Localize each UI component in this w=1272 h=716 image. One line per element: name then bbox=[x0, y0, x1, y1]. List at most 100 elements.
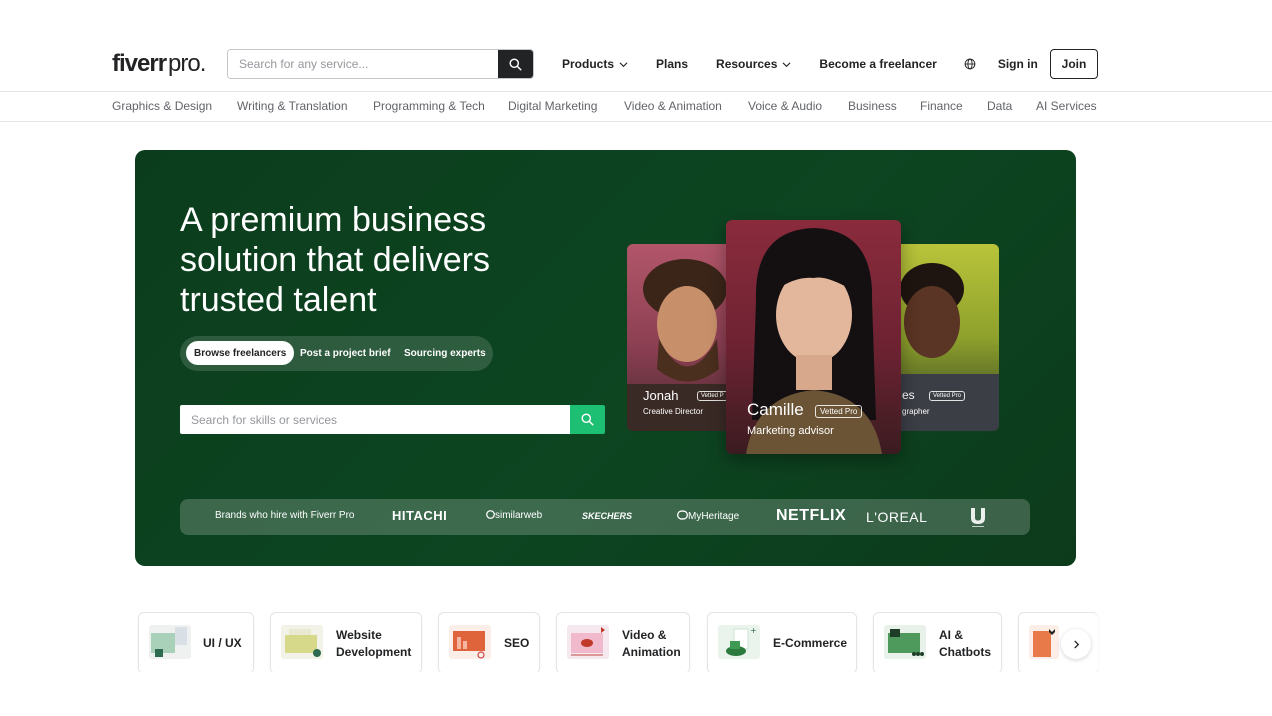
portrait-image bbox=[887, 263, 999, 431]
hero-search bbox=[180, 405, 605, 434]
brand-hitachi-logo: HITACHI bbox=[392, 508, 448, 523]
tile-label-line1: Video & bbox=[622, 628, 667, 642]
card-name: Camille bbox=[747, 400, 804, 419]
nav-sign-in[interactable]: Sign in bbox=[998, 57, 1038, 71]
hero-search-button[interactable] bbox=[570, 405, 605, 434]
website-development-thumbnail bbox=[281, 625, 323, 659]
tile-video-animation[interactable]: Video & Animation bbox=[556, 612, 690, 672]
header-search-button[interactable] bbox=[498, 50, 533, 78]
tiles-next-button[interactable] bbox=[1061, 629, 1091, 659]
globe-icon bbox=[964, 58, 976, 70]
tile-label: UI / UX bbox=[203, 636, 242, 650]
tile-label-line1: AI & bbox=[939, 628, 963, 642]
search-icon bbox=[509, 57, 522, 71]
category-programming-tech[interactable]: Programming & Tech bbox=[373, 99, 485, 113]
fiverr-pro-logo[interactable]: fiverrpro. bbox=[112, 50, 206, 78]
card-role: Marketing advisor bbox=[747, 425, 834, 437]
freelancer-card-photographer[interactable]: es Vetted Pro grapher bbox=[887, 244, 999, 431]
nav-resources[interactable]: Resources bbox=[716, 57, 791, 71]
video-animation-thumbnail bbox=[567, 625, 609, 659]
brands-label: Brands who hire with Fiverr Pro bbox=[215, 510, 355, 521]
nav-plans[interactable]: Plans bbox=[656, 57, 688, 71]
nav-sign-in-label: Sign in bbox=[997, 57, 1038, 71]
hero-banner: A premium business solution that deliver… bbox=[135, 150, 1076, 566]
logo-main: fiverr bbox=[112, 50, 167, 77]
tab-sourcing-experts[interactable]: Sourcing experts bbox=[404, 341, 486, 365]
language-button[interactable] bbox=[964, 58, 976, 70]
main-nav: Products Plans Resources Become a freela… bbox=[562, 49, 1038, 79]
card-role: Creative Director bbox=[643, 407, 704, 416]
nav-products[interactable]: Products bbox=[562, 57, 628, 71]
similarweb-icon bbox=[486, 510, 495, 519]
brands-strip: Brands who hire with Fiverr Pro HITACHI … bbox=[180, 499, 1030, 535]
nav-plans-label: Plans bbox=[656, 57, 689, 71]
vetted-badge: Vetted P bbox=[697, 391, 728, 401]
tile-label: Video & Animation bbox=[622, 627, 681, 661]
ui-ux-thumbnail bbox=[149, 625, 191, 659]
partial-tile-thumbnail bbox=[1029, 625, 1059, 659]
seo-thumbnail bbox=[449, 625, 491, 659]
category-finance[interactable]: Finance bbox=[920, 99, 963, 113]
vetted-badge: Vetted Pro bbox=[929, 391, 966, 401]
tile-seo[interactable]: SEO bbox=[438, 612, 540, 672]
card-role: grapher bbox=[902, 407, 930, 416]
nav-become-freelancer-label: Become a freelancer bbox=[819, 57, 937, 71]
tile-label-line2: Chatbots bbox=[939, 645, 991, 659]
freelancer-card-jonah[interactable]: Jonah Vetted P Creative Director bbox=[627, 244, 739, 431]
category-graphics-design[interactable]: Graphics & Design bbox=[112, 99, 212, 113]
join-button[interactable]: Join bbox=[1050, 49, 1098, 79]
brand-unilever-logo bbox=[969, 506, 987, 533]
card-name: Jonah bbox=[643, 388, 679, 403]
card-name: es bbox=[902, 388, 915, 402]
tile-label: Website Development bbox=[336, 627, 411, 661]
category-business[interactable]: Business bbox=[848, 99, 897, 113]
category-writing-translation[interactable]: Writing & Translation bbox=[237, 99, 348, 113]
category-video-animation[interactable]: Video & Animation bbox=[624, 99, 722, 113]
vetted-badge: Vetted Pro bbox=[815, 405, 863, 418]
logo-suffix: pro. bbox=[168, 50, 206, 77]
svg-text:+: + bbox=[750, 626, 757, 635]
brand-netflix-logo: NETFLIX bbox=[776, 507, 847, 524]
nav-resources-label: Resources bbox=[716, 57, 778, 71]
hero-search-input[interactable] bbox=[180, 405, 570, 434]
nav-become-freelancer[interactable]: Become a freelancer bbox=[819, 57, 936, 71]
chevron-right-icon bbox=[1073, 639, 1079, 649]
nav-products-label: Products bbox=[562, 57, 615, 71]
brand-similarweb-text: similarweb bbox=[495, 510, 543, 521]
brand-similarweb-logo: similarweb bbox=[486, 510, 542, 521]
tile-label: E-Commerce bbox=[773, 636, 848, 650]
brand-skechers-logo: SKECHERS bbox=[582, 511, 633, 521]
search-icon bbox=[581, 413, 594, 426]
chevron-down-icon bbox=[782, 61, 791, 67]
category-ai-services[interactable]: AI Services bbox=[1036, 99, 1097, 113]
tile-label-line2: Animation bbox=[622, 645, 681, 659]
ai-chatbots-thumbnail bbox=[884, 625, 926, 659]
tile-label-line1: Website bbox=[336, 628, 382, 642]
hero-title: A premium business solution that deliver… bbox=[180, 201, 490, 319]
tile-label: SEO bbox=[504, 636, 530, 650]
category-voice-audio[interactable]: Voice & Audio bbox=[748, 99, 822, 113]
tile-ai-chatbots[interactable]: AI & Chatbots bbox=[873, 612, 1002, 672]
category-data[interactable]: Data bbox=[987, 99, 1012, 113]
e-commerce-thumbnail: + bbox=[718, 625, 760, 659]
tab-post-project-brief[interactable]: Post a project brief bbox=[300, 341, 391, 365]
tile-website-development[interactable]: Website Development bbox=[270, 612, 422, 672]
chevron-down-icon bbox=[619, 61, 628, 67]
brand-myheritage-logo: MyHeritage bbox=[676, 510, 740, 522]
brand-loreal-logo: L'OREAL bbox=[866, 509, 928, 525]
top-header: fiverrpro. Products Plans Resources Beco… bbox=[0, 0, 1272, 92]
tile-ui-ux[interactable]: UI / UX bbox=[138, 612, 254, 672]
hero-tab-group: Browse freelancers Post a project brief … bbox=[180, 336, 493, 371]
tile-e-commerce[interactable]: + E-Commerce bbox=[707, 612, 857, 672]
category-menu: Graphics & Design Writing & Translation … bbox=[0, 93, 1272, 122]
tile-label-line2: Development bbox=[336, 645, 412, 659]
tile-label: AI & Chatbots bbox=[939, 627, 991, 661]
brand-myheritage-text: MyHeritage bbox=[688, 511, 740, 522]
myheritage-icon bbox=[676, 510, 689, 520]
category-digital-marketing[interactable]: Digital Marketing bbox=[508, 99, 597, 113]
header-search-input[interactable] bbox=[228, 50, 498, 78]
header-search bbox=[227, 49, 534, 79]
unilever-icon bbox=[971, 508, 985, 527]
tab-browse-freelancers[interactable]: Browse freelancers bbox=[186, 341, 295, 365]
freelancer-card-camille[interactable]: Camille Vetted Pro Marketing advisor bbox=[726, 220, 901, 454]
